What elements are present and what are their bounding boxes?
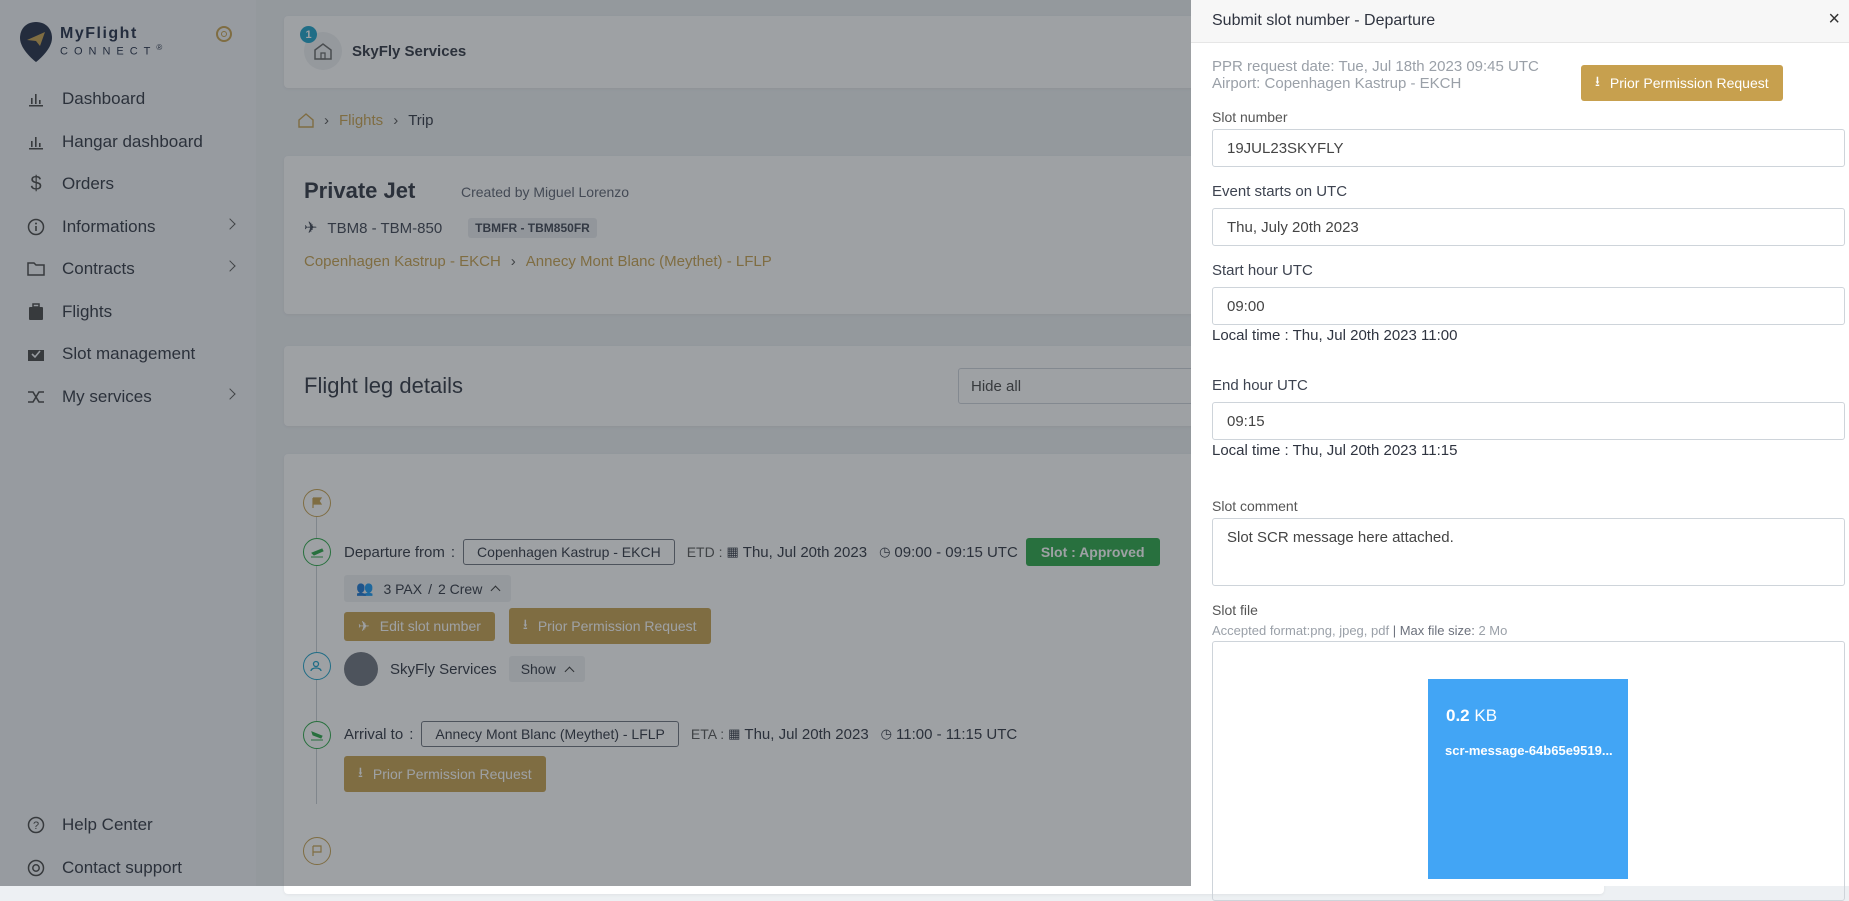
ppr-request-date: PPR request date: Tue, Jul 18th 2023 09:… (1212, 58, 1539, 75)
slot-comment-label: Slot comment (1212, 498, 1298, 514)
modal-backdrop[interactable] (0, 0, 1191, 886)
accepted-formats: Accepted format:png, jpeg, pdf | Max fil… (1212, 623, 1507, 638)
submit-slot-drawer: Submit slot number - Departure × PPR req… (1191, 0, 1849, 901)
file-size-number: 0.2 (1446, 706, 1470, 725)
accepted-separator: | (1389, 623, 1400, 638)
ppr-download-button[interactable]: ⭳ Prior Permission Request (1581, 65, 1783, 101)
file-dropzone[interactable]: 0.2 KB scr-message-64b65e9519... (1212, 641, 1845, 901)
drawer-header: Submit slot number - Departure × (1191, 0, 1849, 43)
start-local-time: Local time : Thu, Jul 20th 2023 11:00 (1212, 327, 1458, 344)
ppr-button-label: Prior Permission Request (1609, 75, 1769, 91)
file-size-unit: KB (1469, 706, 1498, 725)
download-icon: ⭳ (1595, 73, 1600, 89)
file-name: scr-message-64b65e9519... (1445, 743, 1613, 758)
end-hour-label: End hour UTC (1212, 377, 1308, 394)
slot-number-input[interactable]: 19JUL23SKYFLY (1212, 129, 1845, 167)
file-preview[interactable]: 0.2 KB scr-message-64b65e9519... (1428, 679, 1628, 879)
event-start-input[interactable]: Thu, July 20th 2023 (1212, 208, 1845, 246)
accepted-formats-list: png, jpeg, pdf (1310, 623, 1390, 638)
slot-number-label: Slot number (1212, 109, 1288, 125)
slot-comment-textarea[interactable]: Slot SCR message here attached. (1212, 518, 1845, 586)
end-local-time: Local time : Thu, Jul 20th 2023 11:15 (1212, 442, 1458, 459)
accepted-prefix: Accepted format: (1212, 623, 1311, 638)
ppr-info: PPR request date: Tue, Jul 18th 2023 09:… (1212, 58, 1539, 92)
ppr-airport: Airport: Copenhagen Kastrup - EKCH (1212, 75, 1462, 92)
end-hour-input[interactable]: 09:15 (1212, 402, 1845, 440)
max-size-label: Max file size: (1399, 623, 1475, 638)
start-hour-input[interactable]: 09:00 (1212, 287, 1845, 325)
close-icon[interactable]: × (1828, 9, 1840, 29)
max-size-value: 2 Mo (1474, 623, 1508, 638)
slot-file-label: Slot file (1212, 602, 1258, 618)
drawer-title: Submit slot number - Departure (1212, 12, 1436, 29)
start-hour-label: Start hour UTC (1212, 262, 1313, 279)
file-size: 0.2 KB (1446, 706, 1497, 726)
event-start-label: Event starts on UTC (1212, 183, 1348, 200)
